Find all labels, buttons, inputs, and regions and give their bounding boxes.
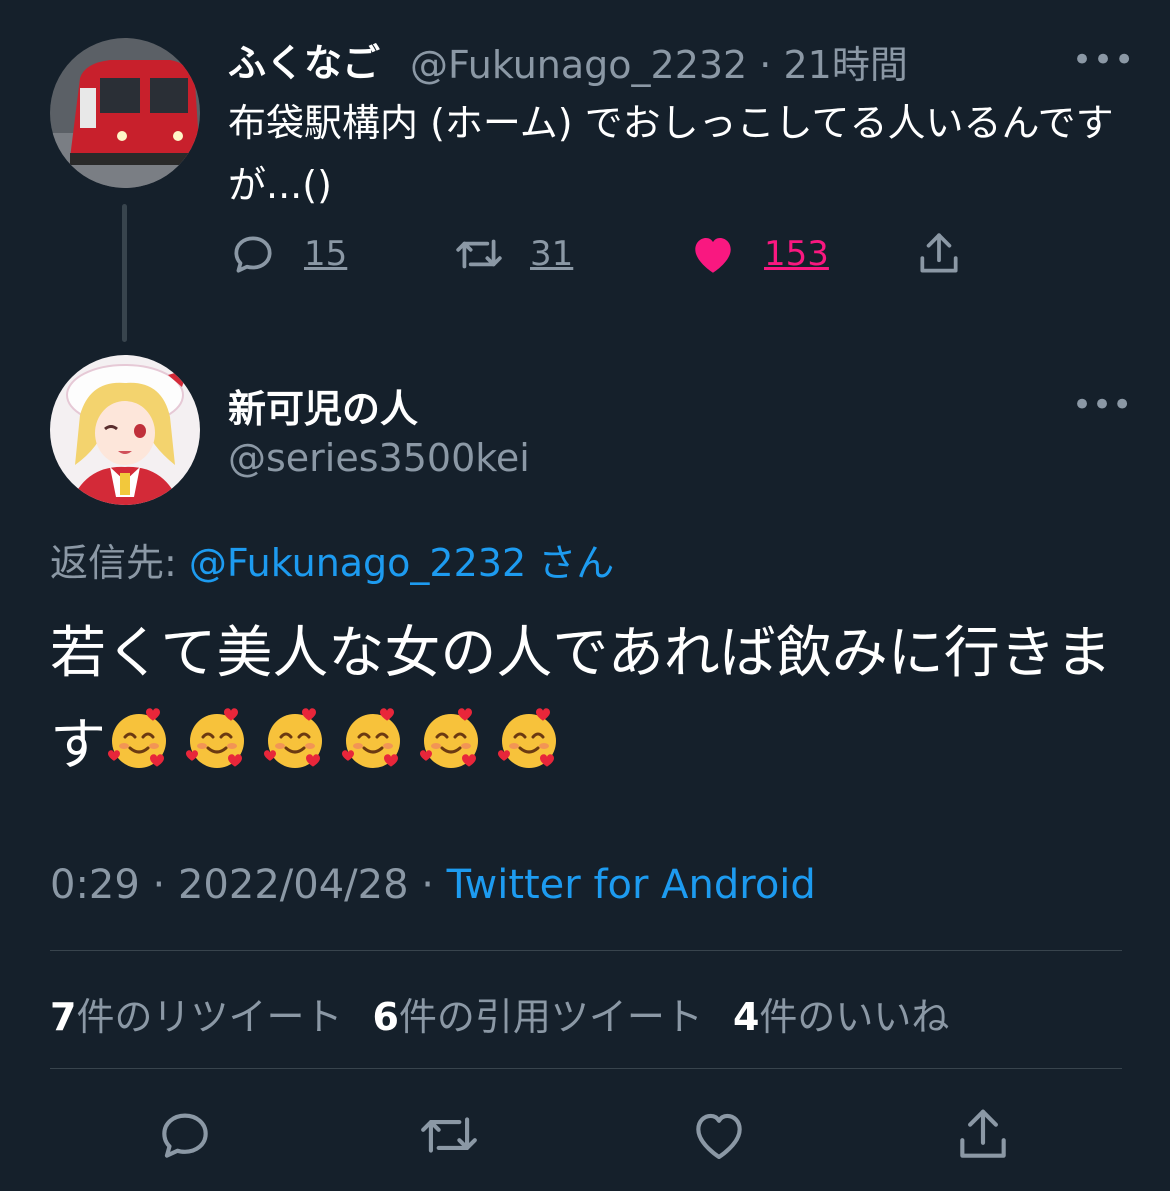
- reply-count: 15: [304, 234, 348, 274]
- smiling-face-with-hearts-emoji: [184, 706, 250, 772]
- emoji-row: [106, 708, 574, 778]
- avatar-series3500kei[interactable]: [50, 355, 200, 505]
- retweet-count: 31: [530, 234, 574, 274]
- quotes-stat[interactable]: 6件の引用ツイート: [372, 986, 702, 1041]
- retweet-icon[interactable]: [418, 1104, 480, 1166]
- likes-stat[interactable]: 4件のいいね: [733, 986, 949, 1041]
- retweet-action[interactable]: 31: [454, 224, 573, 284]
- tweet-source-link[interactable]: Twitter for Android: [447, 862, 816, 908]
- avatar-fukunago[interactable]: [50, 38, 200, 188]
- reply-icon[interactable]: [154, 1104, 216, 1166]
- reply-action[interactable]: 15: [228, 224, 347, 284]
- replying-suffix: さん: [538, 541, 615, 585]
- smiling-face-with-hearts-emoji: [106, 706, 172, 772]
- retweets-label: 件のリツイート: [76, 995, 343, 1039]
- share-icon: [920, 233, 958, 273]
- engagement-stats: 7件のリツイート 6件の引用ツイート 4件のいいね: [50, 986, 949, 1041]
- smiling-face-with-hearts-emoji: [262, 706, 328, 772]
- retweets-stat[interactable]: 7件のリツイート: [50, 986, 342, 1041]
- replying-label: 返信先:: [50, 541, 177, 585]
- tweet-time-date[interactable]: 0:29 · 2022/04/28 ·: [50, 862, 434, 908]
- reply-tweet-body: 若くて美人な女の人であれば飲みに行きます: [50, 608, 1130, 792]
- divider: [50, 1068, 1122, 1069]
- like-action[interactable]: 153: [688, 224, 829, 284]
- reply-display-name[interactable]: 新可児の人: [228, 378, 418, 433]
- parent-display-name[interactable]: ふくなご: [228, 32, 380, 87]
- thread-line: [122, 204, 127, 342]
- quotes-label: 件の引用ツイート: [398, 995, 703, 1039]
- like-count: 153: [764, 234, 829, 274]
- smiling-face-with-hearts-emoji: [496, 706, 562, 772]
- parent-tweet-text: 布袋駅構内 (ホーム) でおしっこしてる人いるんですが...(): [228, 101, 1114, 207]
- tweet-meta: 0:29 · 2022/04/28 · Twitter for Android: [50, 862, 816, 908]
- likes-number: 4: [732, 995, 760, 1039]
- retweet-icon: [456, 239, 502, 269]
- heart-icon[interactable]: [688, 1104, 750, 1166]
- share-action[interactable]: [914, 224, 964, 284]
- share-icon[interactable]: [952, 1104, 1014, 1166]
- reply-more-icon[interactable]: •••: [1072, 385, 1132, 425]
- parent-more-icon[interactable]: •••: [1072, 40, 1135, 80]
- reply-handle[interactable]: @series3500kei: [228, 436, 530, 480]
- smiling-face-with-hearts-emoji: [340, 706, 406, 772]
- heart-filled-icon: [695, 237, 731, 273]
- smiling-face-with-hearts-emoji: [418, 706, 484, 772]
- replying-to-line: 返信先: @Fukunago_2232 さん: [50, 532, 614, 587]
- retweets-number: 7: [50, 995, 77, 1039]
- quotes-number: 6: [372, 995, 399, 1039]
- divider: [50, 950, 1122, 951]
- replying-to-link[interactable]: @Fukunago_2232: [189, 541, 526, 585]
- likes-label: 件のいいね: [759, 995, 950, 1039]
- reply-icon: [234, 236, 272, 273]
- parent-handle-time[interactable]: @Fukunago_2232 · 21時間: [410, 34, 908, 89]
